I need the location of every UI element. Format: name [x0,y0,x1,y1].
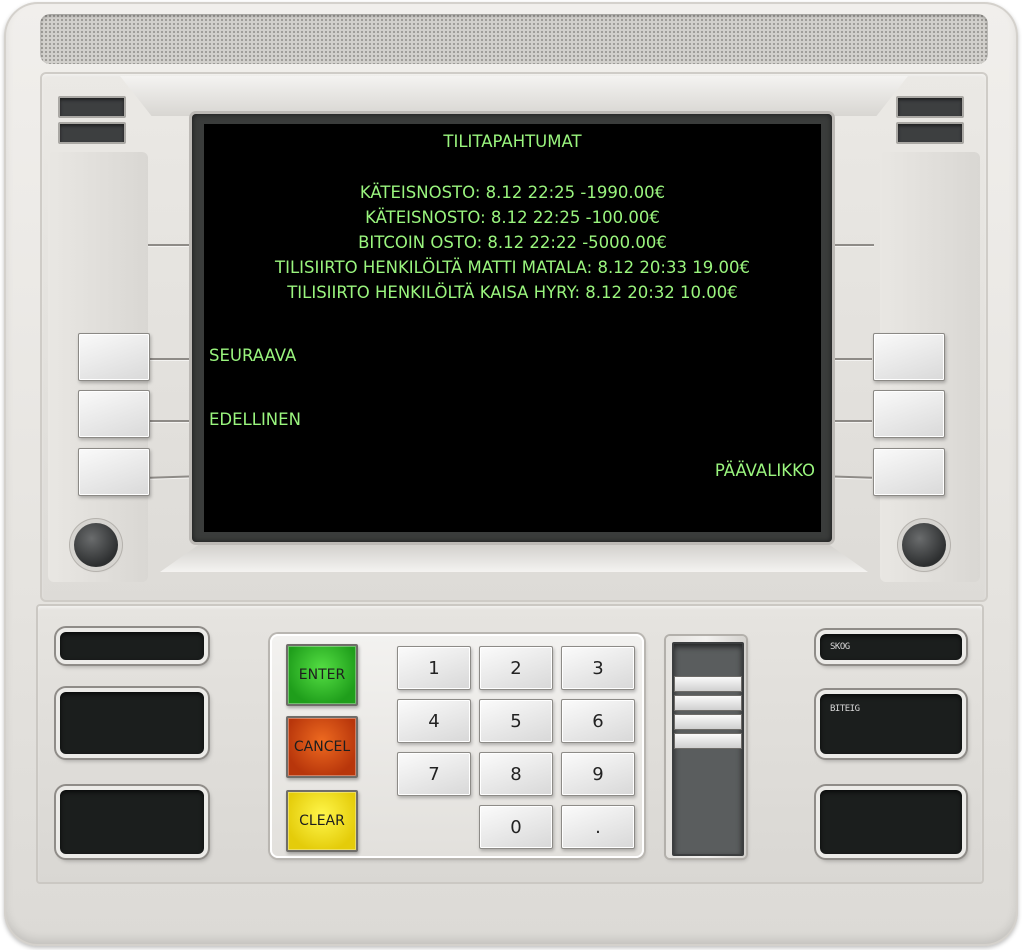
side-button-left-2-previous[interactable] [78,390,150,438]
key-5[interactable]: 5 [479,699,553,743]
speaker-grille [40,14,988,64]
cancel-button[interactable]: CANCEL [286,716,358,778]
option-next-label: SEURAAVA [209,346,297,365]
key-3[interactable]: 3 [561,646,635,690]
enter-button[interactable]: ENTER [286,644,358,706]
left-slot-bottom [56,786,208,858]
key-7[interactable]: 7 [397,752,471,796]
side-button-right-3-main-menu[interactable] [873,448,945,496]
transaction-item: BITCOIN OSTO: 8.12 22:22 -5000.00€ [358,233,667,252]
card-reader-slot-label: BITEIG [830,704,860,714]
card-reader-slot: BITEIG [816,690,966,758]
left-slot-top [56,628,208,664]
indicator-slot-right-bottom [896,122,964,144]
card-slot[interactable] [672,642,744,856]
left-slot-middle [56,688,208,758]
key-1[interactable]: 1 [397,646,471,690]
screen-title: TILITAPAHTUMAT [443,132,582,151]
key-decimal[interactable]: . [561,805,635,849]
key-8[interactable]: 8 [479,752,553,796]
indicator-slot-left-bottom [58,122,126,144]
key-6[interactable]: 6 [561,699,635,743]
indicator-slot-right-top [896,96,964,118]
receipt-slot: SKOG [816,630,966,664]
option-main-menu-label: PÄÄVALIKKO [714,461,815,480]
option-previous-label: EDELLINEN [209,410,301,429]
side-button-left-3[interactable] [78,448,150,496]
side-button-left-1-next[interactable] [78,333,150,381]
key-9[interactable]: 9 [561,752,635,796]
cash-slot [816,786,966,858]
side-button-right-1[interactable] [873,333,945,381]
transaction-item: TILISIIRTO HENKILÖLTÄ KAISA HYRY: 8.12 2… [287,283,738,302]
right-knob [902,523,946,567]
atm-screen: TILITAPAHTUMAT KÄTEISNOSTO: 8.12 22:25 -… [204,124,821,532]
transaction-item: TILISIIRTO HENKILÖLTÄ MATTI MATALA: 8.12… [275,258,750,277]
side-button-right-2[interactable] [873,390,945,438]
key-0[interactable]: 0 [479,805,553,849]
clear-button[interactable]: CLEAR [286,790,358,852]
key-4[interactable]: 4 [397,699,471,743]
left-knob [74,523,118,567]
transaction-item: KÄTEISNOSTO: 8.12 22:25 -1990.00€ [359,183,666,202]
key-2[interactable]: 2 [479,646,553,690]
transaction-item: KÄTEISNOSTO: 8.12 22:25 -100.00€ [365,208,660,227]
transaction-list: KÄTEISNOSTO: 8.12 22:25 -1990.00€ KÄTEIS… [204,180,821,305]
indicator-slot-left-top [58,96,126,118]
receipt-slot-label: SKOG [830,642,850,652]
